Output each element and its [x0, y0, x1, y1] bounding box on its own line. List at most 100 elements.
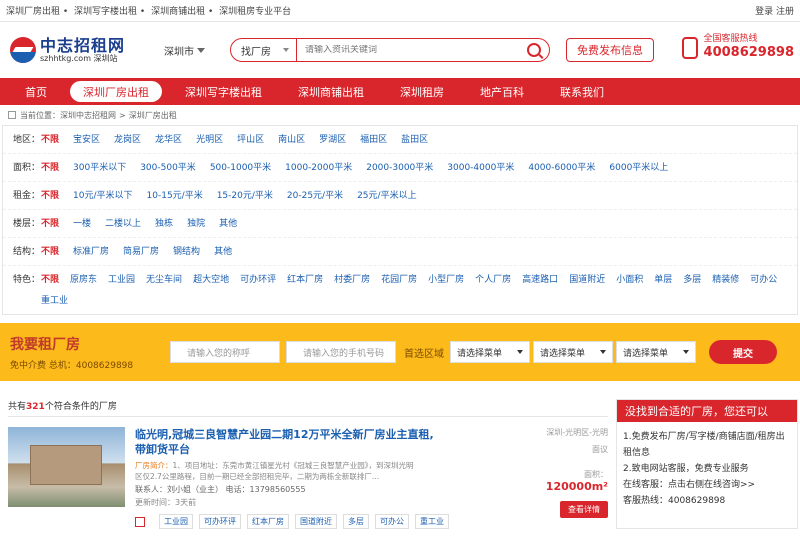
search-input[interactable] [297, 45, 527, 55]
filter-option[interactable]: 简易厂房 [123, 244, 159, 257]
filter-option[interactable]: 多层 [683, 272, 701, 285]
filter-option[interactable]: 不限 [41, 244, 59, 257]
filter-option[interactable]: 光明区 [196, 132, 223, 145]
listing-card: 临光明,冠城三良智慧产业园二期12万平米全新厂房业主直租,带卸货平台 厂房简介：… [8, 417, 608, 529]
publish-button[interactable]: 免费发布信息 [566, 38, 654, 62]
filter-option[interactable]: 龙华区 [155, 132, 182, 145]
register-link[interactable]: 注册 [776, 7, 794, 17]
filter-option[interactable]: 小型厂房 [428, 272, 464, 285]
filter-option[interactable]: 20-25元/平米 [287, 188, 343, 201]
breadcrumb-item[interactable]: 深圳厂房出租 [129, 110, 177, 121]
rent-request-title: 我要租厂房 [10, 336, 80, 353]
top-link[interactable]: 深圳厂房出租 [6, 7, 60, 17]
filter-option[interactable]: 15-20元/平米 [217, 188, 273, 201]
filter-option[interactable]: 其他 [219, 216, 237, 229]
search-icon[interactable] [527, 43, 541, 57]
filter-option[interactable]: 个人厂房 [475, 272, 511, 285]
filter-option[interactable]: 坪山区 [237, 132, 264, 145]
search-type-select[interactable]: 找厂房 [231, 39, 297, 61]
filter-option[interactable]: 原房东 [70, 272, 97, 285]
filter-option[interactable]: 一楼 [73, 216, 91, 229]
filter-option[interactable]: 钢结构 [173, 244, 200, 257]
filter-option[interactable]: 村委厂房 [334, 272, 370, 285]
nav-item-wiki[interactable]: 地产百科 [467, 81, 537, 102]
submit-button[interactable]: 提交 [709, 340, 777, 364]
area-select-3[interactable]: 请选择菜单 [616, 341, 696, 363]
filter-row: 面积： 不限 300平米以下 300-500平米 500-1000平米 1000-2000… [3, 154, 797, 182]
top-link[interactable]: 深圳商铺出租 [151, 7, 205, 17]
listing-tag: 可办公 [375, 514, 409, 529]
listing-updated: 更新时间：3天前 [135, 498, 197, 507]
filter-option[interactable]: 1000-2000平米 [285, 160, 352, 173]
nav-item-office[interactable]: 深圳写字楼出租 [172, 81, 275, 102]
name-input[interactable]: 请输入您的称呼 [170, 341, 280, 363]
nav-item-factory[interactable]: 深圳厂房出租 [70, 81, 162, 102]
city-selector[interactable]: 深圳市 [164, 43, 224, 58]
filter-option[interactable]: 不限 [41, 216, 59, 229]
top-link[interactable]: 深圳写字楼出租 [74, 7, 137, 17]
listing-area: 面积：120000m² [528, 469, 608, 493]
filter-option[interactable]: 宝安区 [73, 132, 100, 145]
login-link[interactable]: 登录 [755, 7, 773, 17]
area-select-2[interactable]: 请选择菜单 [533, 341, 613, 363]
filter-option[interactable]: 标准厂房 [73, 244, 109, 257]
filter-option[interactable]: 3000-4000平米 [447, 160, 514, 173]
filter-option[interactable]: 南山区 [278, 132, 305, 145]
filter-key: 租金： [13, 191, 41, 201]
phone-input[interactable]: 请输入您的手机号码 [286, 341, 396, 363]
filter-key: 楼层： [13, 219, 41, 229]
filter-option[interactable]: 不限 [41, 132, 59, 145]
view-detail-button[interactable]: 查看详情 [560, 501, 608, 518]
filter-option[interactable]: 花园厂房 [381, 272, 417, 285]
filter-option[interactable]: 独栋 [155, 216, 173, 229]
filter-option[interactable]: 10-15元/平米 [147, 188, 203, 201]
listing-image[interactable] [8, 427, 125, 507]
filter-option[interactable]: 重工业 [41, 293, 68, 306]
filter-option[interactable]: 25元/平米以上 [357, 188, 417, 201]
filter-option[interactable]: 500-1000平米 [210, 160, 271, 173]
filter-option[interactable]: 可办环评 [240, 272, 276, 285]
filter-option[interactable]: 二楼以上 [105, 216, 141, 229]
filter-option[interactable]: 不限 [41, 160, 59, 173]
filter-option[interactable]: 超大空地 [193, 272, 229, 285]
search-type-label: 找厂房 [241, 46, 271, 58]
filter-option[interactable]: 300平米以下 [73, 160, 126, 173]
listing-tag: 重工业 [415, 514, 449, 529]
breadcrumb-prefix: 当前位置： [20, 110, 60, 120]
area-select-1[interactable]: 请选择菜单 [450, 341, 530, 363]
filter-option[interactable]: 精装修 [712, 272, 739, 285]
filter-option[interactable]: 独院 [187, 216, 205, 229]
filter-option[interactable]: 无尘车间 [146, 272, 182, 285]
help-line[interactable]: 在线客服：点击右侧在线咨询>> [623, 477, 791, 493]
filter-option[interactable]: 4000-6000平米 [528, 160, 595, 173]
site-logo[interactable]: 中志招租网 szhhtkg.com 深圳站 [10, 37, 160, 64]
filter-option[interactable]: 不限 [41, 188, 59, 201]
breadcrumb-item[interactable]: 深圳中志招租网 [60, 110, 116, 121]
filter-option[interactable]: 可办公 [750, 272, 777, 285]
filter-option[interactable]: 罗湖区 [319, 132, 346, 145]
filter-option[interactable]: 单层 [654, 272, 672, 285]
help-line[interactable]: 1.免费发布厂房/写字楼/商铺店面/租房出租信息 [623, 429, 791, 461]
filter-option[interactable]: 红本厂房 [287, 272, 323, 285]
nav-item-home[interactable]: 首页 [12, 81, 60, 102]
filter-option[interactable]: 2000-3000平米 [366, 160, 433, 173]
filter-option[interactable]: 6000平米以上 [609, 160, 668, 173]
filter-option[interactable]: 300-500平米 [140, 160, 196, 173]
filter-option[interactable]: 小面积 [616, 272, 643, 285]
filter-option[interactable]: 10元/平米以下 [73, 188, 133, 201]
filter-option[interactable]: 其他 [214, 244, 232, 257]
filter-option[interactable]: 不限 [41, 272, 59, 285]
filter-option[interactable]: 工业园 [108, 272, 135, 285]
listing-title[interactable]: 临光明,冠城三良智慧产业园二期12万平米全新厂房业主直租,带卸货平台 [135, 427, 435, 457]
filter-option[interactable]: 福田区 [360, 132, 387, 145]
top-link[interactable]: 深圳租房专业平台 [219, 7, 291, 17]
filter-option[interactable]: 龙岗区 [114, 132, 141, 145]
nav-item-rent[interactable]: 深圳租房 [387, 81, 457, 102]
filter-option[interactable]: 国道附近 [569, 272, 605, 285]
filter-option[interactable]: 高速路口 [522, 272, 558, 285]
nav-item-contact[interactable]: 联系我们 [547, 81, 617, 102]
help-line: 客服热线：4008629898 [623, 496, 726, 506]
filter-key: 地区： [13, 135, 41, 145]
filter-option[interactable]: 盐田区 [401, 132, 428, 145]
nav-item-shop[interactable]: 深圳商铺出租 [285, 81, 377, 102]
